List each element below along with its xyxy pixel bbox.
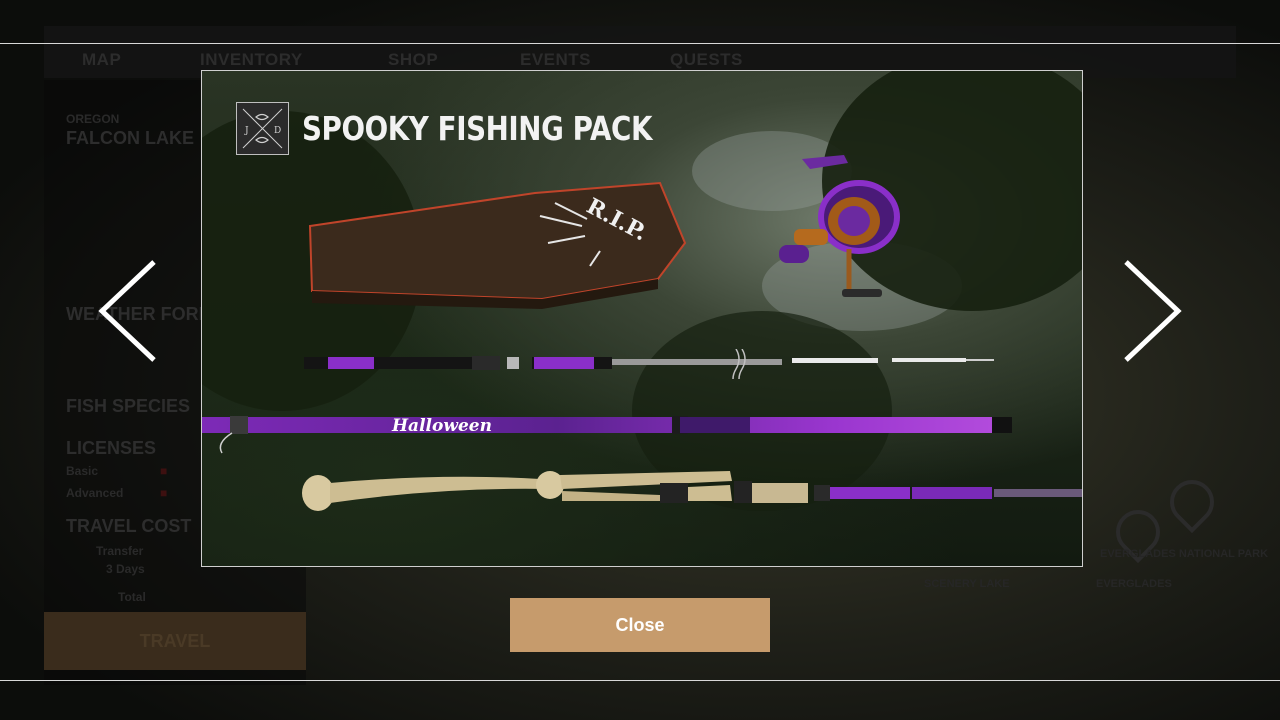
- travel-row-transfer: Transfer: [96, 544, 144, 558]
- pack-title: SPOOKY FISHING PACK: [302, 109, 653, 148]
- region-label: OREGON: [66, 112, 120, 126]
- license-advanced-status: ■: [160, 486, 168, 500]
- license-advanced: Advanced: [66, 486, 124, 500]
- overlay-bottom-divider: [0, 680, 1280, 681]
- travel-row-days: 3 Days: [106, 562, 145, 576]
- bone-rod-item: [300, 461, 1082, 526]
- close-button[interactable]: Close: [510, 598, 770, 652]
- map-label-everglades: EVERGLADES: [1096, 578, 1172, 590]
- travel-cost-heading: TRAVEL COST: [66, 516, 192, 536]
- travel-row-total: Total: [118, 590, 146, 604]
- overlay-top-divider: [0, 43, 1280, 44]
- svg-text:J: J: [244, 126, 249, 136]
- halloween-rod-item: Halloween: [202, 411, 1022, 461]
- map-label-scenery: SCENERY LAKE: [924, 578, 1010, 590]
- pack-preview-modal: J D SPOOKY FISHING PACK R.I.P. Halloween: [201, 70, 1083, 567]
- tab-map: MAP: [82, 50, 122, 69]
- location-name: FALCON LAKE: [66, 128, 194, 148]
- tab-shop: SHOP: [388, 50, 439, 69]
- halloween-label: Halloween: [391, 416, 492, 436]
- chevron-left-icon[interactable]: [92, 258, 162, 364]
- pack-logo-icon: J D: [236, 102, 289, 155]
- tab-events: EVENTS: [520, 50, 592, 69]
- map-label-everglades-park: EVERGLADES NATIONAL PARK: [1100, 548, 1269, 560]
- chevron-right-icon[interactable]: [1118, 258, 1188, 364]
- tab-quests: QUESTS: [670, 50, 743, 69]
- licenses-heading: LICENSES: [66, 438, 157, 458]
- telescopic-rod-item: [302, 348, 1002, 390]
- spinning-reel-item: [774, 149, 904, 319]
- fish-species-heading: FISH SPECIES: [66, 396, 191, 416]
- license-basic: Basic: [66, 464, 99, 478]
- coffin-case-item: R.I.P.: [300, 181, 700, 316]
- svg-text:D: D: [274, 126, 281, 136]
- tab-inventory: INVENTORY: [200, 50, 303, 69]
- license-basic-status: ■: [160, 464, 168, 478]
- travel-button: TRAVEL: [44, 612, 306, 670]
